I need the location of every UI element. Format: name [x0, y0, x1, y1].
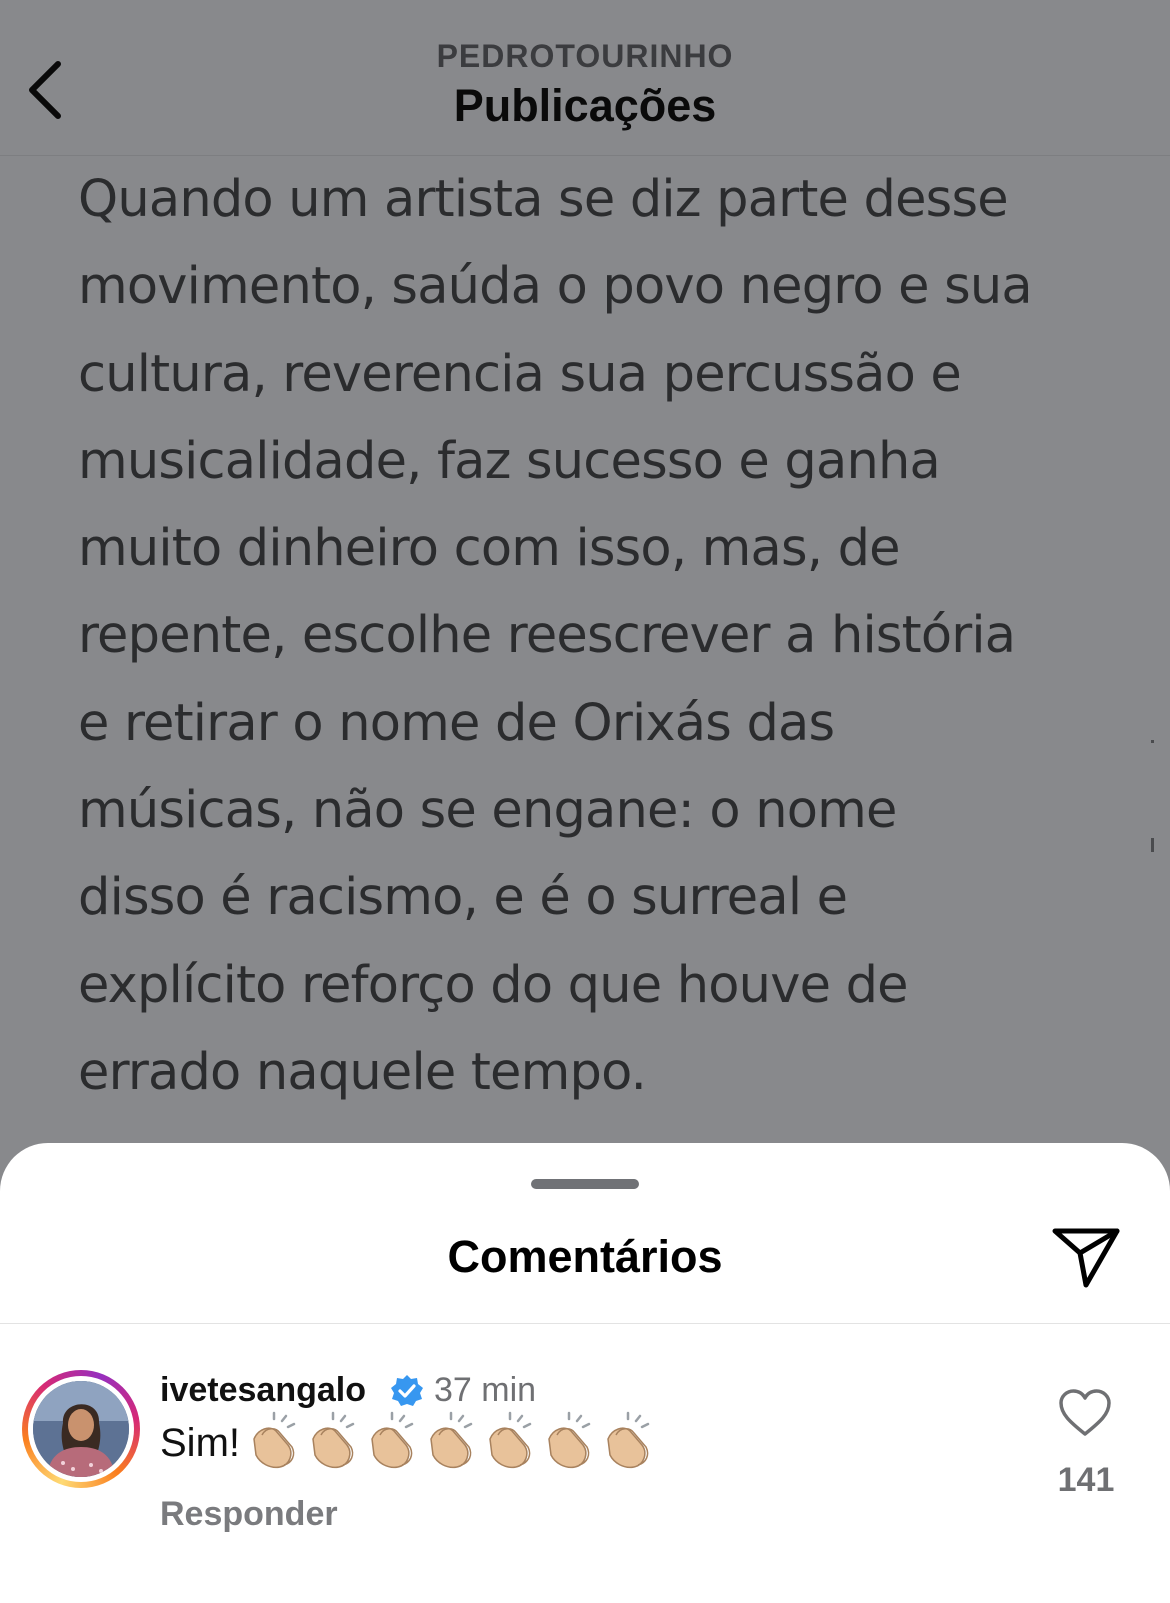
post-line: músicas, não se engane: o nome	[78, 781, 897, 841]
paper-plane-icon	[1052, 1228, 1120, 1288]
post-line: errado naquele tempo.	[78, 1042, 647, 1102]
scroll-mark	[1151, 838, 1154, 852]
comments-sheet: Comentários ivetesangalo 37 min Sim! Res…	[0, 1143, 1170, 1603]
account-name: PEDROTOURINHO	[436, 38, 734, 74]
verified-badge-icon	[391, 1375, 423, 1406]
post-text: Quando um artista se diz parte desse mov…	[78, 156, 1158, 1116]
post-line: Quando um artista se diz parte desse	[78, 170, 1009, 229]
clapping-hands-icon	[489, 1411, 532, 1469]
post-line: e retirar o nome de Orixás das	[78, 693, 835, 753]
scroll-mark	[1151, 740, 1154, 743]
like-count: 141	[1057, 1461, 1115, 1499]
clapping-hands-icon	[548, 1411, 591, 1469]
comment-text: Sim!	[160, 1421, 240, 1465]
clapping-hands-icon	[371, 1411, 414, 1469]
avatar	[33, 1381, 129, 1477]
page-title: Publicações	[453, 80, 717, 131]
reply-button[interactable]: Responder	[160, 1495, 338, 1534]
clapping-hands-icon	[253, 1411, 296, 1469]
divider	[0, 1323, 1170, 1324]
clapping-hands-icon	[607, 1411, 650, 1469]
clapping-hands-icon	[430, 1411, 473, 1469]
post-line: musicalidade, faz sucesso e ganha	[78, 431, 941, 491]
comment-timestamp: 37 min	[434, 1371, 537, 1409]
post-line: explícito reforço do que houve de	[78, 955, 909, 1015]
post-line: cultura, reverencia sua percussão e	[78, 344, 962, 404]
clapping-hands-icon	[312, 1411, 355, 1469]
avatar-story-ring[interactable]	[22, 1370, 140, 1488]
post-line: disso é racismo, e é o surreal e	[78, 868, 848, 928]
heart-outline-icon	[1059, 1389, 1111, 1436]
post-line: repente, escolhe reescrever a história	[78, 606, 1016, 666]
post-header: PEDROTOURINHO Publicações	[0, 0, 1170, 156]
share-button[interactable]	[1050, 1223, 1122, 1295]
like-button[interactable]	[1058, 1388, 1112, 1438]
sheet-grabber[interactable]	[531, 1179, 639, 1189]
post-line: muito dinheiro com isso, mas, de	[78, 519, 901, 579]
comment-username[interactable]: ivetesangalo	[160, 1371, 366, 1410]
comments-title: Comentários	[447, 1231, 723, 1282]
post-line: movimento, saúda o povo negro e sua	[78, 257, 1033, 317]
